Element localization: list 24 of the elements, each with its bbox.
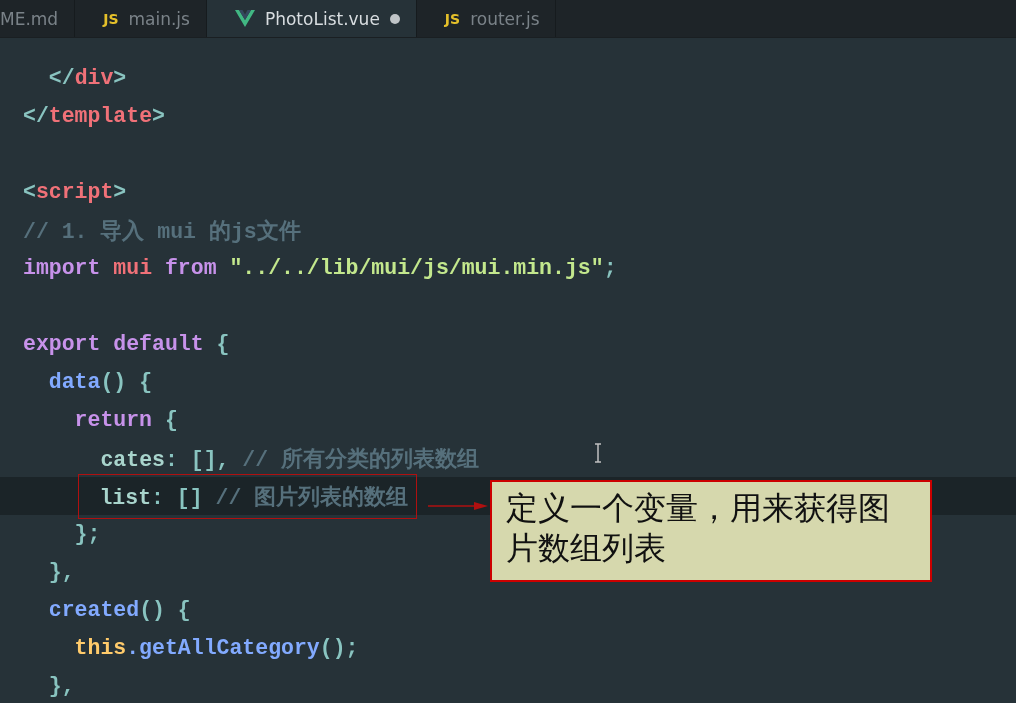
code-line: cates: [], // 所有分类的列表数组 [100, 446, 480, 473]
code-line: list: [] // 图片列表的数组 [99, 485, 409, 510]
code-line: data() { [48, 370, 153, 394]
editor-tab[interactable]: PhotoList.vue [206, 0, 417, 37]
code-line: this.getAllCategory(); [74, 636, 359, 660]
code-line: }, [48, 560, 75, 584]
editor-tab[interactable]: ME.md [0, 0, 76, 37]
code-line: </template> [23, 104, 165, 128]
unsaved-dot-icon [389, 13, 400, 24]
code-line: // 1. 导入 mui 的js文件 [23, 218, 301, 245]
code-line: </div> [48, 66, 127, 90]
code-line: }, [48, 674, 75, 698]
code-line: }; [74, 522, 101, 546]
editor-tab[interactable]: JS main.js [75, 0, 207, 37]
code-line: import mui from "../../lib/mui/js/mui.min.js"; [23, 256, 617, 280]
editor-tab[interactable]: JS router.js [416, 0, 557, 37]
arrow-icon [428, 501, 488, 511]
code-line: <script> [23, 180, 127, 204]
text-cursor-icon [593, 443, 603, 463]
vue-logo-icon [234, 10, 255, 27]
code-line: return { [74, 408, 178, 432]
code-line: export default { [23, 332, 230, 356]
callout-note: 定义一个变量，用来获得图片数组列表 [490, 480, 932, 582]
code-line: created() { [48, 598, 191, 622]
